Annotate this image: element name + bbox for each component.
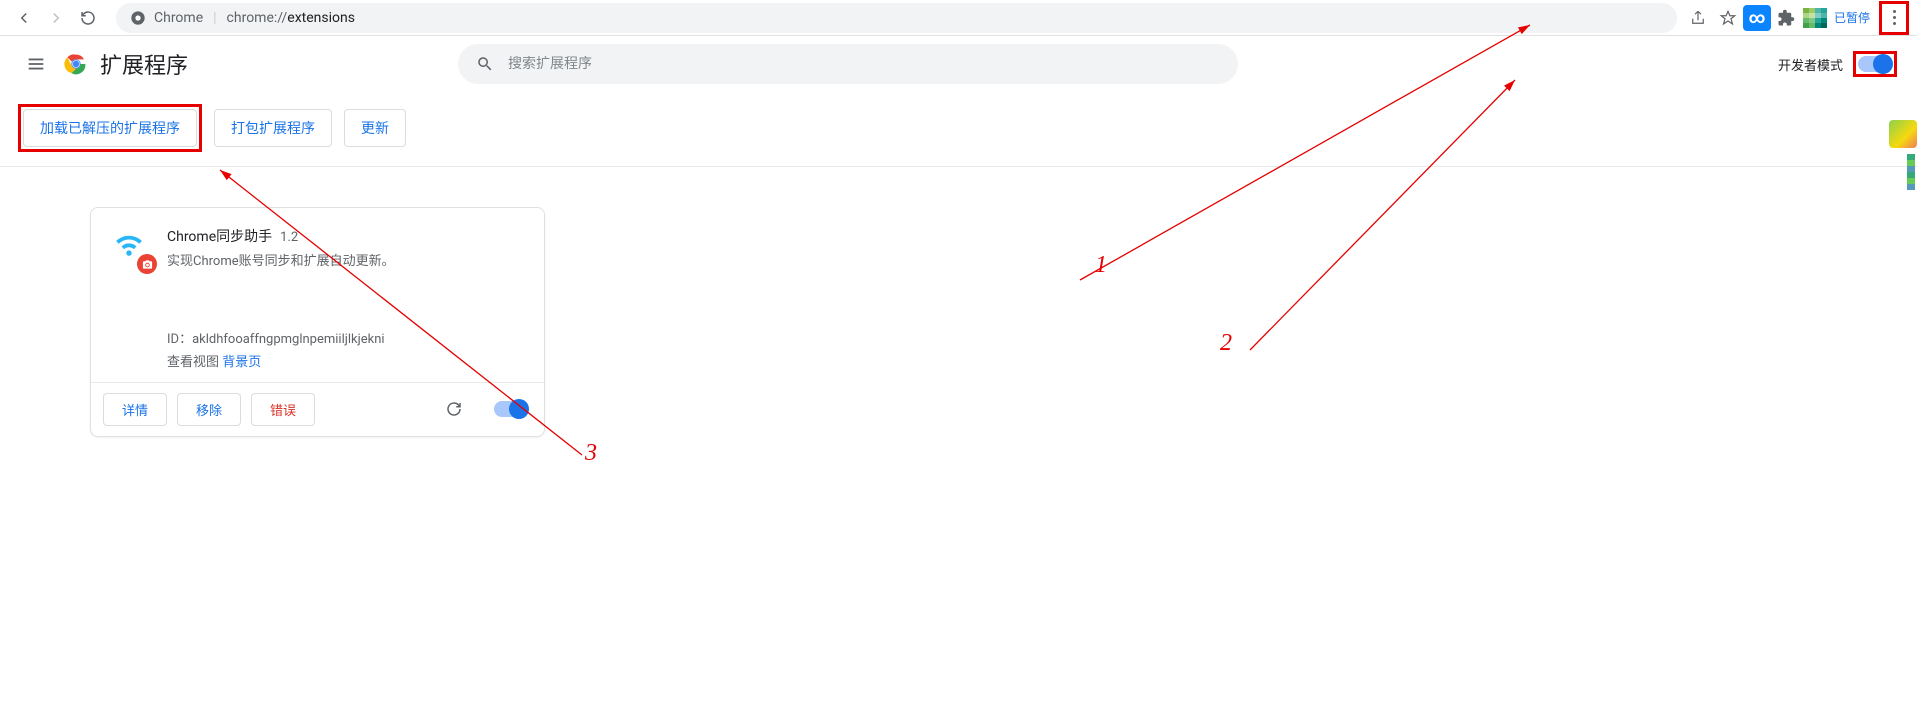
annotation-highlight-load-unpacked: 加载已解压的扩展程序 [18,104,202,152]
sidebar-widget-icon[interactable] [1889,120,1917,148]
search-icon [476,55,494,73]
extension-blue-icon[interactable]: ∞ [1743,5,1771,31]
annotation-highlight-toggle [1853,51,1897,77]
chrome-icon [130,10,146,26]
load-unpacked-button[interactable]: 加载已解压的扩展程序 [23,109,197,147]
developer-actions-row: 加载已解压的扩展程序 打包扩展程序 更新 [0,92,1917,167]
extension-version: 1.2 [280,230,298,245]
address-separator: | [213,10,216,26]
share-icon[interactable] [1683,3,1713,33]
pack-extension-button[interactable]: 打包扩展程序 [214,109,332,147]
annotation-label-1: 1 [1095,252,1107,279]
sidebar-meter-icon [1907,154,1915,190]
extensions-header: 扩展程序 开发者模式 [0,36,1917,92]
extension-id: ID：akldhfooaffngpmglnpemiiljlkjekni [167,328,524,347]
back-button[interactable] [8,2,40,34]
developer-mode-toggle[interactable] [1858,56,1892,72]
bookmark-star-icon[interactable] [1713,3,1743,33]
extensions-puzzle-icon[interactable] [1771,3,1801,33]
reload-extension-button[interactable] [438,393,470,425]
extension-enable-toggle[interactable] [494,401,528,417]
extension-name: Chrome同步助手 [167,226,272,246]
annotation-label-3: 3 [585,440,597,467]
browser-toolbar: Chrome | chrome://extensions ∞ 已暂停 [0,0,1917,36]
camera-badge-icon [137,254,157,274]
extension-description: 实现Chrome账号同步和扩展自动更新。 [167,252,524,272]
update-button[interactable]: 更新 [344,109,406,147]
main-menu-button[interactable] [16,44,56,84]
extension-card-footer: 详情 移除 错误 [91,382,544,436]
annotation-highlight-menu [1879,1,1909,35]
profile-avatar[interactable] [1803,8,1827,28]
background-page-link[interactable]: 背景页 [222,355,261,370]
address-label: Chrome [154,10,203,26]
chrome-logo-icon [62,50,90,78]
remove-button[interactable]: 移除 [177,393,241,426]
developer-mode-group: 开发者模式 [1778,51,1901,77]
search-bar[interactable] [458,44,1238,84]
search-input[interactable] [508,56,1220,72]
extension-icon [111,228,151,268]
reload-button[interactable] [72,2,104,34]
extension-card: Chrome同步助手 1.2 实现Chrome账号同步和扩展自动更新。 ID：a… [90,207,545,437]
errors-button[interactable]: 错误 [251,393,315,426]
extensions-content: Chrome同步助手 1.2 实现Chrome账号同步和扩展自动更新。 ID：a… [0,167,1917,477]
chrome-menu-button[interactable] [1884,5,1904,31]
right-side-widgets [1889,120,1917,190]
forward-button[interactable] [40,2,72,34]
annotation-label-2: 2 [1220,330,1232,357]
address-bar[interactable]: Chrome | chrome://extensions [116,3,1677,33]
profile-paused-label[interactable]: 已暂停 [1827,8,1877,27]
address-url: chrome://extensions [227,10,355,26]
details-button[interactable]: 详情 [103,393,167,426]
developer-mode-label: 开发者模式 [1778,55,1843,74]
page-title: 扩展程序 [100,48,188,80]
extension-views: 查看视图 背景页 [167,351,524,370]
extension-icons-group: ∞ 已暂停 [1743,3,1877,33]
